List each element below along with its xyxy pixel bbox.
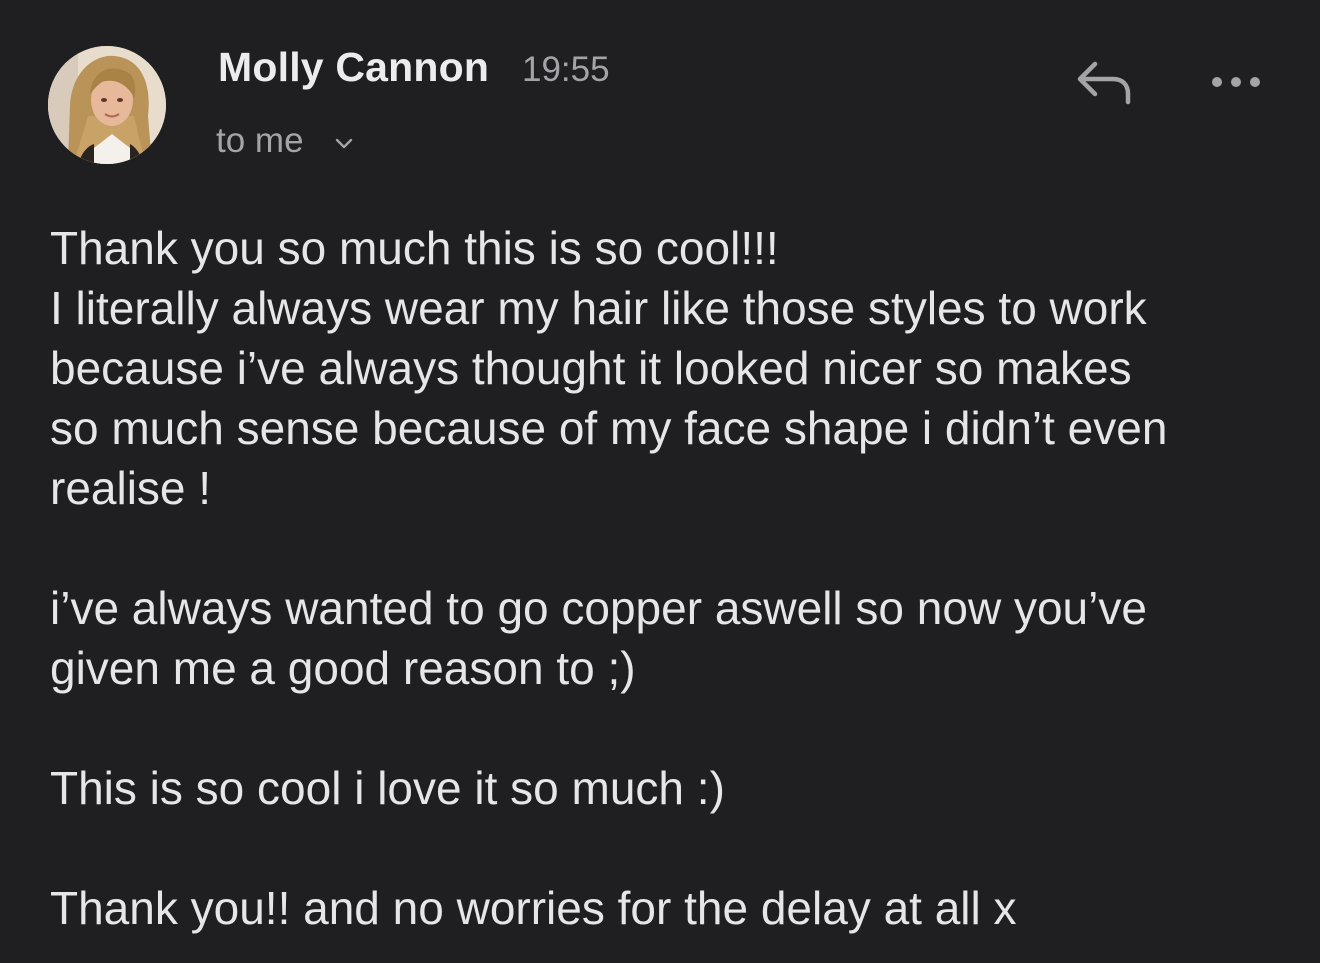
message-paragraph: This is so cool i love it so much :) — [50, 762, 725, 814]
more-options-button[interactable] — [1196, 50, 1276, 114]
email-header: Molly Cannon 19:55 to me — [0, 0, 1320, 190]
recipient-details-toggle[interactable]: to me — [216, 118, 354, 164]
reply-button[interactable] — [1062, 48, 1146, 118]
message-paragraph: i’ve always wanted to go copper aswell s… — [50, 582, 1147, 694]
more-horizontal-icon — [1212, 77, 1260, 87]
sent-time: 19:55 — [522, 50, 610, 89]
recipient-label: to me — [216, 121, 304, 160]
sender-name[interactable]: Molly Cannon — [218, 44, 489, 91]
chevron-down-icon — [335, 138, 352, 149]
message-paragraph: Thank you so much this is so cool!!! I l… — [50, 222, 1168, 514]
message-paragraph: Thank you!! and no worries for the delay… — [50, 882, 1017, 934]
sender-avatar[interactable] — [48, 46, 166, 164]
reply-arrow-icon — [1077, 61, 1131, 105]
avatar-photo-icon — [48, 46, 166, 164]
email-body: Thank you so much this is so cool!!! I l… — [50, 218, 1290, 938]
